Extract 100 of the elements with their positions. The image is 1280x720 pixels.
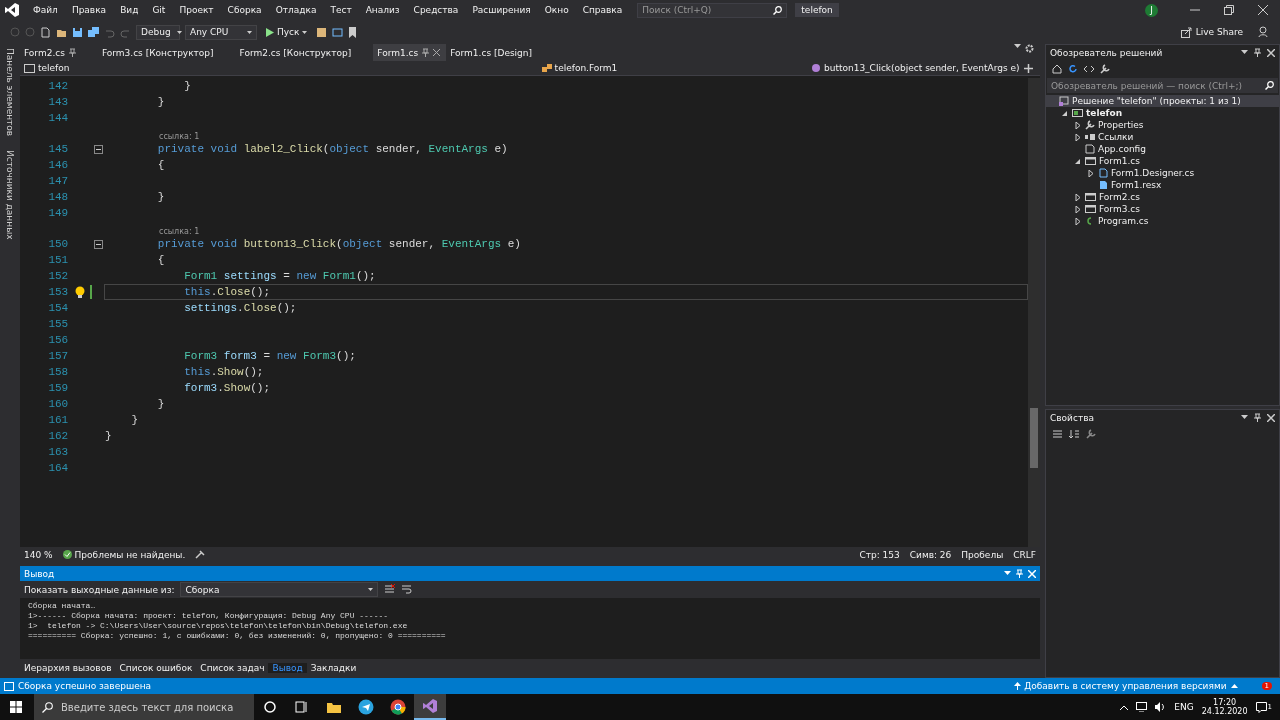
wrench-icon[interactable] [1100,64,1110,74]
close-icon[interactable] [1267,48,1275,57]
menu-item[interactable]: Git [145,5,173,15]
whitespace-mode[interactable]: Пробелы [961,549,1004,560]
menu-item[interactable]: Средства [406,5,466,15]
close-icon[interactable] [1267,413,1275,422]
save-icon[interactable] [72,26,83,38]
zoom-level[interactable]: 140 % [24,549,53,560]
panel-menu-icon[interactable] [1241,50,1248,55]
account-avatar[interactable]: J [1145,3,1158,17]
document-tab[interactable]: Form2.cs [20,44,98,61]
line-endings[interactable]: CRLF [1013,549,1036,560]
collapsed-arrow-icon[interactable] [1073,217,1081,225]
refresh-icon[interactable] [1068,64,1078,74]
tree-item[interactable]: Form2.cs [1099,192,1140,202]
panel-menu-icon[interactable] [1004,571,1011,576]
pin-icon[interactable] [422,48,430,57]
side-tab[interactable]: Источники данных [5,150,15,240]
panel-tab[interactable]: Закладки [306,662,361,673]
alphabetical-icon[interactable] [1069,429,1080,439]
tree-item[interactable]: Program.cs [1098,216,1149,226]
menu-item[interactable]: Проект [172,5,221,15]
member-dropdown[interactable]: button13_Click(object sender, EventArgs e) [811,63,1020,73]
panel-tab[interactable]: Список задач [196,662,269,673]
collapsed-arrow-icon[interactable] [1073,133,1081,141]
menu-item[interactable]: Тест [323,5,359,15]
dropdown-arrow-icon[interactable] [1230,684,1238,688]
cortana-icon[interactable] [263,700,277,714]
menu-item[interactable]: Вид [113,5,146,15]
toolbar-window-icon[interactable] [332,26,344,38]
visual-studio-logo-icon[interactable] [4,2,20,18]
document-tab[interactable]: Form3.cs [Конструктор] [97,44,236,61]
collapsed-arrow-icon[interactable] [1073,205,1081,213]
windows-start-icon[interactable] [10,701,22,713]
collapsed-arrow-icon[interactable] [1073,121,1081,129]
split-icon[interactable] [1023,63,1033,73]
search-field[interactable]: Обозреватель решений — поиск (Ctrl+;) [1047,78,1278,93]
close-icon[interactable] [1258,5,1268,15]
panel-tab[interactable]: Вывод [268,662,307,673]
configuration-dropdown[interactable]: Debug [136,24,180,40]
project-dropdown[interactable]: telefon [24,63,538,73]
pin-icon[interactable] [68,48,76,57]
volume-icon[interactable] [1155,702,1167,712]
panel-tab[interactable]: Список ошибок [115,662,197,673]
tab-list-icon[interactable] [1014,44,1021,49]
visual-studio-icon[interactable] [422,698,438,714]
tree-item[interactable]: Form1.Designer.cs [1111,168,1195,178]
close-icon[interactable] [433,49,441,56]
settings-icon[interactable] [1025,44,1034,53]
wrench-icon[interactable] [1086,429,1096,439]
brush-icon[interactable] [195,550,206,559]
home-icon[interactable] [1052,64,1062,74]
new-item-icon[interactable] [40,26,51,38]
tree-item[interactable]: Form1.resx [1111,180,1162,190]
side-tab[interactable]: Панель элементов [5,48,15,137]
column-position[interactable]: Симв: 26 [909,549,952,560]
taskbar-search-field[interactable]: Введите здесь текст для поиска [34,694,254,720]
panel-tab[interactable]: Иерархия вызовов [20,662,116,673]
document-tab[interactable]: Form1.cs [Design] [446,44,555,61]
menu-item[interactable]: Расширения [465,5,538,15]
input-language[interactable]: ENG [1174,702,1194,712]
tree-item[interactable]: App.config [1098,144,1146,154]
restore-icon[interactable] [1224,5,1234,15]
save-all-icon[interactable] [88,26,99,38]
class-dropdown[interactable]: telefon.Form1 [541,63,807,73]
menu-item[interactable]: Окно [537,5,576,15]
clear-all-icon[interactable] [384,584,396,595]
folder-icon[interactable] [326,700,342,714]
menu-item[interactable]: Правка [64,5,114,15]
document-tab[interactable]: Form1.cs [373,44,447,61]
paper-plane-icon[interactable] [358,699,374,715]
pin-icon[interactable] [1254,413,1261,422]
menu-item[interactable]: Сборка [220,5,269,15]
clock[interactable]: 17:20 24.12.2020 [1201,698,1248,716]
network-icon[interactable] [1136,702,1148,712]
live-share-button[interactable]: Live Share [1180,26,1243,38]
expanded-arrow-icon[interactable] [1073,157,1081,165]
menu-item[interactable]: Справка [575,5,630,15]
reference-count[interactable]: ссылка: 1 [159,132,200,141]
menu-item[interactable]: Отладка [268,5,324,15]
platform-dropdown[interactable]: Any CPU [185,24,257,40]
categorized-icon[interactable] [1052,429,1063,439]
document-tab[interactable]: Form2.cs [Конструктор] [235,44,374,61]
task-view-icon[interactable] [295,700,309,714]
reference-count[interactable]: ссылка: 1 [159,227,200,236]
panel-menu-icon[interactable] [1241,415,1248,420]
bookmark-icon[interactable] [348,26,358,38]
collapsed-arrow-icon[interactable] [1073,193,1081,201]
tree-item[interactable]: Form1.cs [1099,156,1140,166]
tree-item[interactable]: telefon [1086,108,1123,118]
collapse-icon[interactable] [94,144,104,154]
tree-item[interactable]: Form3.cs [1099,204,1140,214]
collapse-icon[interactable] [94,239,104,249]
collapsed-arrow-icon[interactable] [1086,169,1094,177]
problems-status[interactable]: Проблемы не найдены. [62,549,186,560]
search-field[interactable]: Поиск (Ctrl+Q) [637,2,788,18]
code-icon[interactable] [1084,65,1094,73]
tree-item[interactable]: Ссылки [1098,132,1134,142]
source-control-button[interactable]: Добавить в систему управления версиями [1014,681,1227,691]
pin-icon[interactable] [1254,48,1261,57]
